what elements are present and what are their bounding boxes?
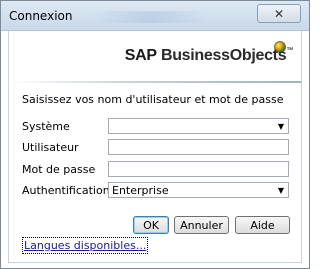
logo-banner: SAP BusinessObjects™ [9,31,301,83]
title-bar-blur [91,11,211,23]
user-value [109,140,112,153]
chevron-down-icon[interactable]: ▼ [274,183,288,197]
cancel-button[interactable]: Annuler [174,216,229,234]
logo-sap: SAP [124,47,157,64]
system-select[interactable]: ▼ [108,118,289,134]
login-dialog: Connexion ✕ SAP BusinessObjects™ Saisiss… [0,0,310,269]
sap-businessobjects-logo: SAP BusinessObjects™ [125,47,293,65]
password-label: Mot de passe [22,163,96,176]
close-button[interactable]: ✕ [257,4,301,23]
chevron-down-icon[interactable]: ▼ [274,119,288,133]
title-bar[interactable]: Connexion ✕ [1,1,309,31]
password-value [109,162,112,175]
system-label: Système [22,120,70,133]
close-icon: ✕ [273,6,285,21]
auth-value: Enterprise [112,183,169,197]
dialog-body: SAP BusinessObjects™ Saisissez vos nom d… [8,31,302,263]
logo-trademark: ™ [286,47,293,54]
logo-objects: Objects [229,47,287,64]
auth-label: Authentification [22,184,110,197]
password-input[interactable] [108,161,289,177]
help-button[interactable]: Aide [235,216,290,234]
auth-select[interactable]: Enterprise ▼ [108,182,289,198]
instruction-text: Saisissez vos nom d'utilisateur et mot d… [22,93,284,106]
logo-divider [9,81,301,83]
ok-button[interactable]: OK [133,216,169,234]
available-languages-link[interactable]: Langues disponibles... [21,237,149,254]
logo-business: Business [160,47,230,64]
user-label: Utilisateur [22,141,79,154]
user-input[interactable] [108,139,289,155]
window-title: Connexion [9,9,73,23]
